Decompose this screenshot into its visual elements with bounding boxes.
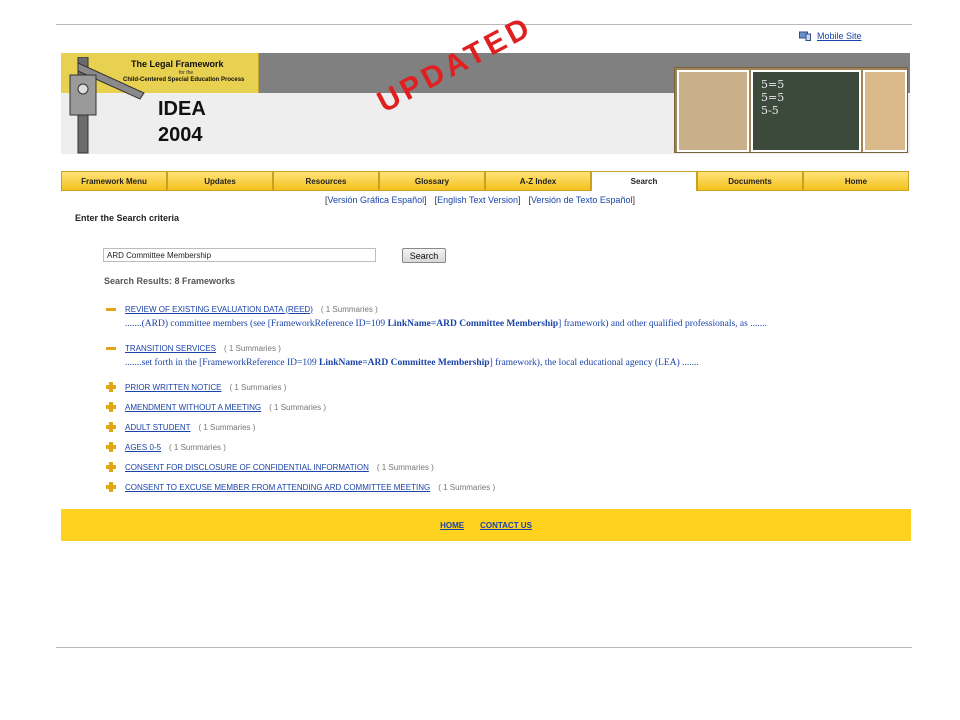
result-title-link[interactable]: ADULT STUDENT: [125, 423, 191, 432]
search-button[interactable]: Search: [402, 248, 446, 263]
nav-item-resources[interactable]: Resources: [273, 171, 379, 191]
result-row: PRIOR WRITTEN NOTICE ( 1 Summaries ): [105, 381, 286, 393]
idea-line-1: IDEA: [158, 98, 206, 120]
expand-plus-icon[interactable]: [105, 381, 117, 393]
expand-plus-icon[interactable]: [105, 441, 117, 453]
results-count: Search Results: 8 Frameworks: [104, 276, 236, 286]
idea-2004-title: IDEA 2004: [158, 96, 206, 148]
expand-plus-icon[interactable]: [105, 421, 117, 433]
main-nav: Framework Menu Updates Resources Glossary A-…: [61, 171, 909, 191]
result-row: ADULT STUDENT ( 1 Summaries ): [105, 421, 255, 433]
nav-item-documents[interactable]: Documents: [697, 171, 803, 191]
result-snippet: .......set forth in the [FrameworkRefere…: [125, 358, 699, 368]
expand-plus-icon[interactable]: [105, 401, 117, 413]
search-criteria-label: Enter the Search criteria: [75, 213, 180, 223]
result-title-link[interactable]: TRANSITION SERVICES: [125, 344, 216, 353]
grafica-espanol-link[interactable]: Versión Gráfica Español: [328, 195, 425, 205]
result-title-link[interactable]: AGES 0-5: [125, 443, 161, 452]
nav-item-a-z-index[interactable]: A-Z Index: [485, 171, 591, 191]
result-summaries-count: ( 1 Summaries ): [229, 382, 287, 392]
texto-espanol-link[interactable]: Versión de Texto Español: [531, 195, 632, 205]
snippet-text: ] framework) and other qualified profess…: [558, 319, 767, 329]
logo-for: for the: [179, 70, 194, 76]
footer-contact-link[interactable]: CONTACT US: [480, 521, 532, 530]
snippet-text: .......(ARD) committee members (see [Fra…: [125, 319, 388, 329]
bottom-divider: [56, 647, 912, 648]
nav-item-updates[interactable]: Updates: [167, 171, 273, 191]
chalkboard-photo: 5=5 5=5 5-5: [751, 70, 861, 152]
collapse-minus-icon[interactable]: [105, 342, 117, 354]
students-photo: [677, 70, 749, 152]
carpenter-square-icon: [66, 56, 146, 160]
result-row: CONSENT FOR DISCLOSURE OF CONFIDENTIAL I…: [105, 461, 434, 473]
result-summaries-count: ( 1 Summaries ): [438, 482, 496, 492]
result-summaries-count: ( 1 Summaries ): [269, 402, 327, 412]
result-title-link[interactable]: CONSENT FOR DISCLOSURE OF CONFIDENTIAL I…: [125, 463, 369, 472]
result-summaries-count: ( 1 Summaries ): [198, 422, 256, 432]
result-title-link[interactable]: CONSENT TO EXCUSE MEMBER FROM ATTENDING …: [125, 483, 430, 492]
collapse-minus-icon[interactable]: [105, 303, 117, 315]
nav-item-framework-menu[interactable]: Framework Menu: [61, 171, 167, 191]
snippet-highlight: LinkName=ARD Committee Membership: [387, 319, 559, 329]
result-title-link[interactable]: AMENDMENT WITHOUT A MEETING: [125, 403, 261, 412]
result-summaries-count: ( 1 Summaries ): [320, 304, 378, 314]
result-summaries-count: ( 1 Summaries ): [376, 462, 434, 472]
mobile-site-link[interactable]: Mobile Site: [799, 31, 862, 41]
snippet-text: ] framework), the local educational agen…: [489, 358, 699, 368]
result-snippet: .......(ARD) committee members (see [Fra…: [125, 319, 767, 329]
expand-plus-icon[interactable]: [105, 481, 117, 493]
snippet-text: .......set forth in the [FrameworkRefere…: [125, 358, 319, 368]
expand-plus-icon[interactable]: [105, 461, 117, 473]
footer-home-link[interactable]: HOME: [440, 521, 464, 530]
result-row: AMENDMENT WITHOUT A MEETING ( 1 Summaries…: [105, 401, 326, 413]
girls-photo: [863, 70, 907, 152]
result-row: REVIEW OF EXISTING EVALUATION DATA (REED…: [105, 303, 378, 315]
result-summaries-count: ( 1 Summaries ): [169, 442, 226, 452]
language-links: [Versión Gráfica Español] [English Text V…: [325, 195, 635, 205]
chalkboard-math: 5=5 5=5 5-5: [761, 78, 785, 117]
snippet-highlight: LinkName=ARD Committee Membership: [318, 358, 490, 368]
footer-bar: HOME CONTACT US: [61, 509, 911, 541]
classroom-photo-collage: 5=5 5=5 5-5: [674, 67, 908, 153]
mobile-site-label[interactable]: Mobile Site: [817, 31, 862, 41]
top-divider: [56, 24, 912, 25]
result-summaries-count: ( 1 Summaries ): [223, 343, 281, 353]
result-row: AGES 0-5 ( 1 Summaries ): [105, 441, 226, 453]
result-row: CONSENT TO EXCUSE MEMBER FROM ATTENDING …: [105, 481, 495, 493]
result-title-link[interactable]: PRIOR WRITTEN NOTICE: [125, 383, 221, 392]
idea-line-2: 2004: [158, 124, 203, 146]
result-row: TRANSITION SERVICES ( 1 Summaries ): [105, 342, 281, 354]
nav-item-glossary[interactable]: Glossary: [379, 171, 485, 191]
nav-item-home[interactable]: Home: [803, 171, 909, 191]
result-title-link[interactable]: REVIEW OF EXISTING EVALUATION DATA (REED…: [125, 305, 313, 314]
english-text-link[interactable]: English Text Version: [437, 195, 518, 205]
nav-item-search[interactable]: Search: [591, 171, 697, 191]
search-input[interactable]: [103, 248, 376, 262]
mobile-device-icon: [799, 31, 811, 41]
